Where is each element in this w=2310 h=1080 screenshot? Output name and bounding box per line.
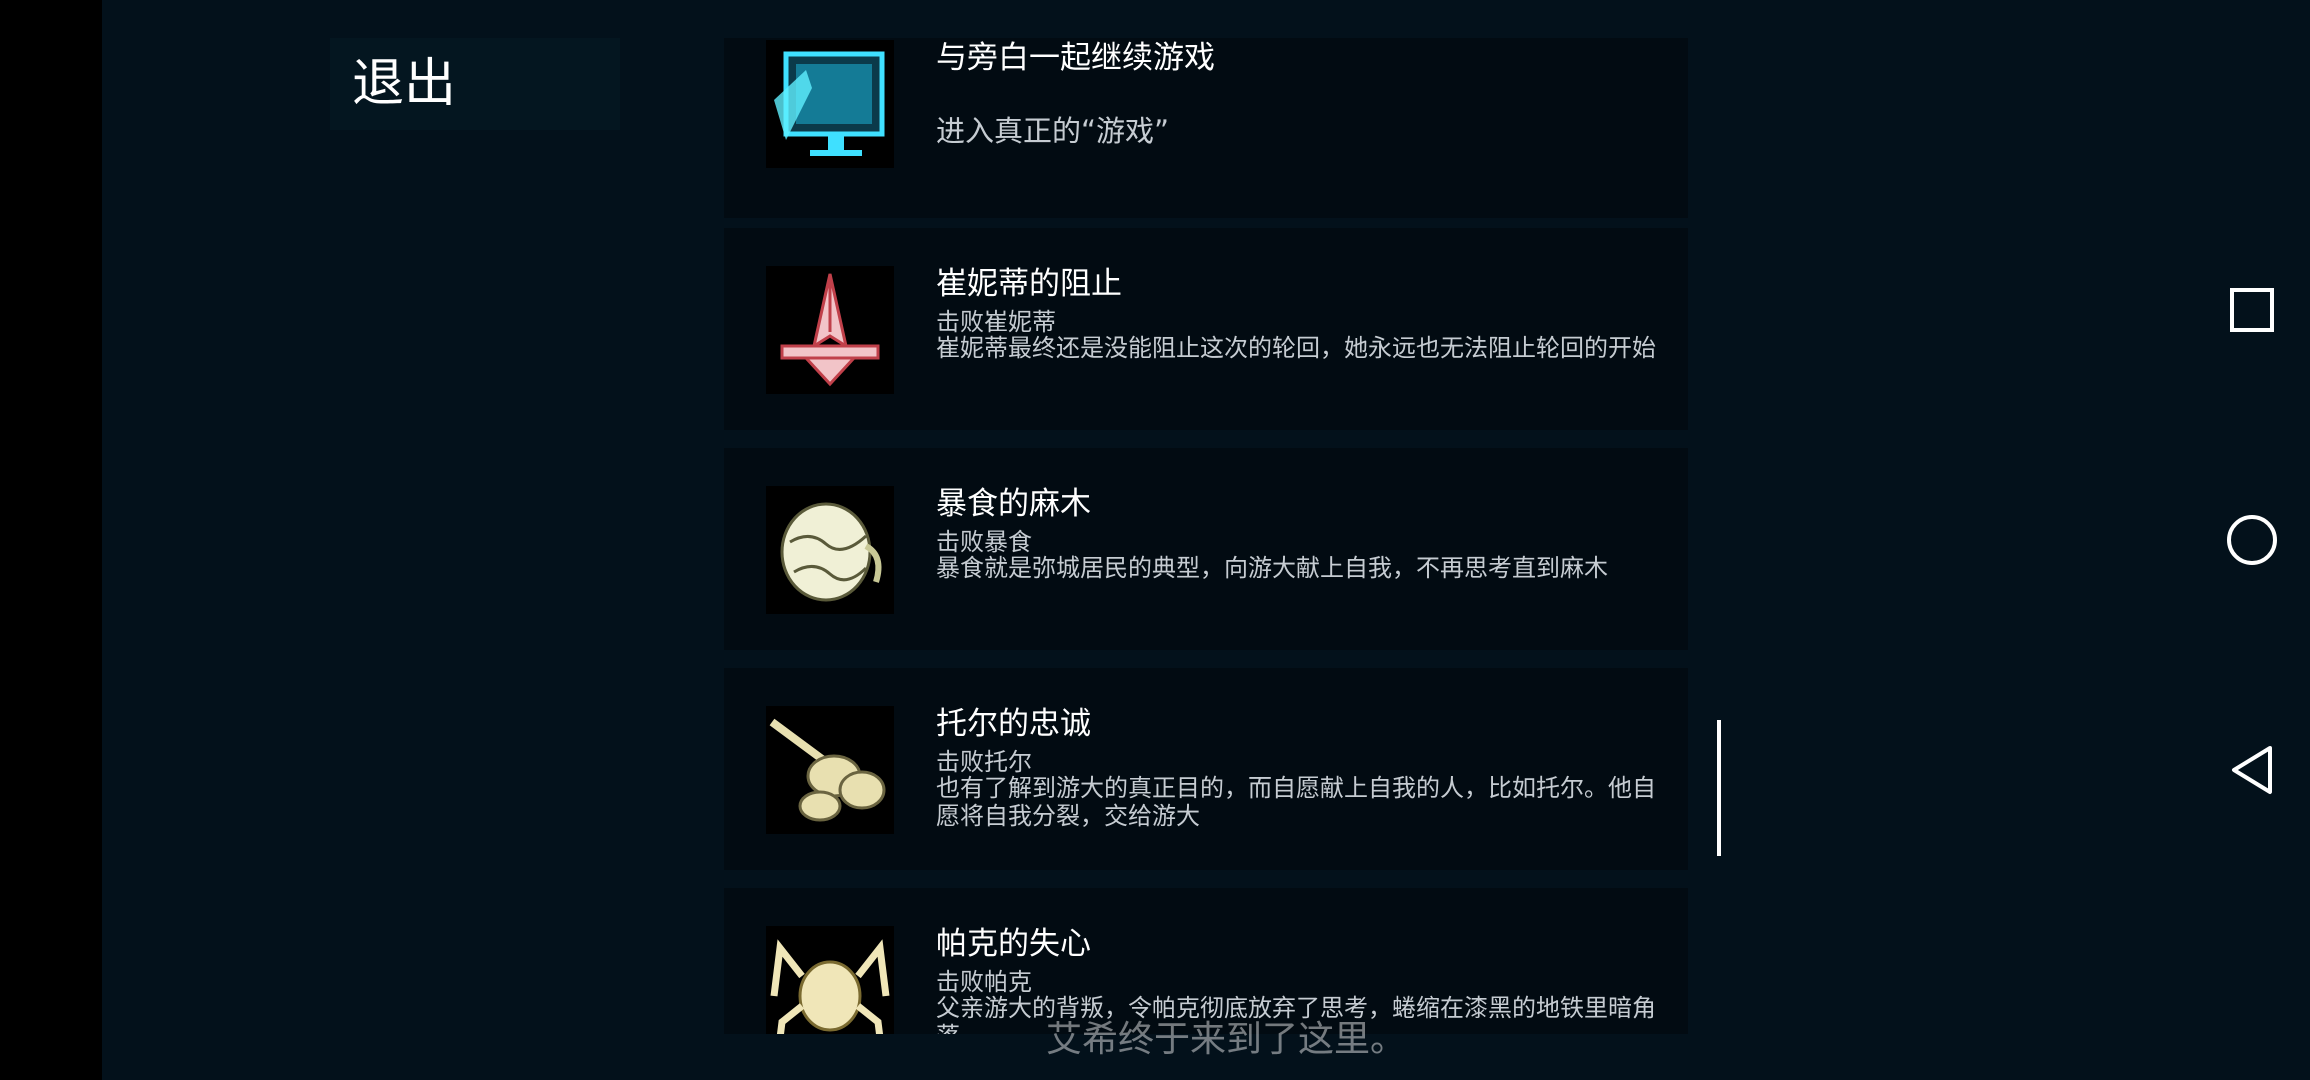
ship-icon xyxy=(766,266,894,394)
achievement-title: 帕克的失心 xyxy=(936,926,1091,962)
achievement-title: 托尔的忠诚 xyxy=(936,706,1091,742)
achievement-description: 崔妮蒂最终还是没能阻止这次的轮回，她永远也无法阻止轮回的开始 xyxy=(936,334,1656,362)
achievement-title: 与旁白一起继续游戏 xyxy=(936,40,1215,76)
achievement-title: 暴食的麻木 xyxy=(936,486,1091,522)
monitor-icon xyxy=(766,40,894,168)
tank-icon xyxy=(766,706,894,834)
achievement-card: 与旁白一起继续游戏 进入真正的“游戏” xyxy=(724,38,1688,218)
achievement-condition: 击败暴食 xyxy=(936,528,1032,556)
dialogue-subtitle: 艾希终于来到了这里。 xyxy=(1046,1019,1407,1060)
achievement-condition: 击败托尔 xyxy=(936,748,1032,776)
circle-icon[interactable] xyxy=(2222,510,2282,570)
triangle-icon[interactable] xyxy=(2222,740,2282,800)
creature-icon xyxy=(766,486,894,614)
achievement-description: 也有了解到游大的真正目的，而自愿献上自我的人，比如托尔。他自愿将自我分裂，交给游… xyxy=(936,774,1656,830)
spider-icon xyxy=(766,926,894,1034)
achievement-card: 暴食的麻木 击败暴食 暴食就是弥城居民的典型，向游大献上自我，不再思考直到麻木 xyxy=(724,448,1688,650)
achievement-condition: 击败帕克 xyxy=(936,968,1032,996)
scrollbar-thumb[interactable] xyxy=(1717,720,1721,856)
achievement-condition: 击败崔妮蒂 xyxy=(936,308,1056,336)
achievement-description: 暴食就是弥城居民的典型，向游大献上自我，不再思考直到麻木 xyxy=(936,554,1608,582)
achievement-list[interactable]: 与旁白一起继续游戏 进入真正的“游戏” 崔妮蒂的阻止 击败崔妮蒂 崔妮蒂最终还是… xyxy=(724,38,1688,1034)
screen-edge xyxy=(0,0,102,1080)
exit-button[interactable]: 退出 xyxy=(330,38,620,130)
achievement-card: 托尔的忠诚 击败托尔 也有了解到游大的真正目的，而自愿献上自我的人，比如托尔。他… xyxy=(724,668,1688,870)
achievement-title: 崔妮蒂的阻止 xyxy=(936,266,1122,302)
achievement-card: 崔妮蒂的阻止 击败崔妮蒂 崔妮蒂最终还是没能阻止这次的轮回，她永远也无法阻止轮回… xyxy=(724,228,1688,430)
achievement-condition: 进入真正的“游戏” xyxy=(936,114,1170,148)
square-icon[interactable] xyxy=(2222,280,2282,340)
